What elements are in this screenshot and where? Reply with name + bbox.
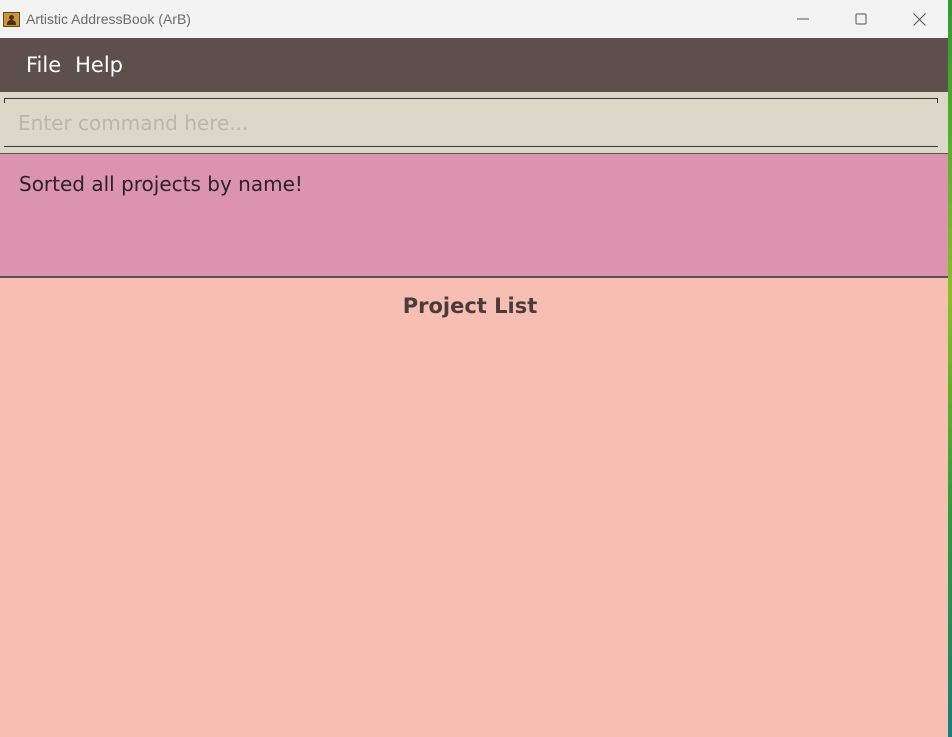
result-message: Sorted all projects by name! bbox=[19, 172, 303, 196]
project-list-title: Project List bbox=[402, 294, 538, 318]
command-input[interactable] bbox=[18, 111, 918, 135]
command-box bbox=[4, 98, 938, 147]
command-box-container bbox=[0, 92, 948, 153]
minimize-icon bbox=[797, 13, 809, 25]
window-title: Artistic AddressBook (ArB) bbox=[26, 11, 191, 27]
window-controls bbox=[774, 0, 948, 38]
app-icon bbox=[3, 11, 20, 27]
project-list-panel[interactable]: Project List bbox=[0, 278, 948, 737]
title-bar[interactable]: Artistic AddressBook (ArB) bbox=[0, 0, 948, 38]
desktop-edge bbox=[948, 0, 952, 737]
result-display: Sorted all projects by name! bbox=[0, 154, 948, 276]
maximize-icon bbox=[855, 13, 867, 25]
minimize-button[interactable] bbox=[774, 0, 832, 38]
maximize-button[interactable] bbox=[832, 0, 890, 38]
close-icon bbox=[912, 12, 926, 26]
close-button[interactable] bbox=[890, 0, 948, 38]
menu-help[interactable]: Help bbox=[75, 53, 123, 77]
menu-bar: File Help bbox=[0, 38, 948, 92]
menu-file[interactable]: File bbox=[26, 53, 61, 77]
app-window: Artistic AddressBook (ArB) File Help Ent… bbox=[0, 0, 952, 737]
